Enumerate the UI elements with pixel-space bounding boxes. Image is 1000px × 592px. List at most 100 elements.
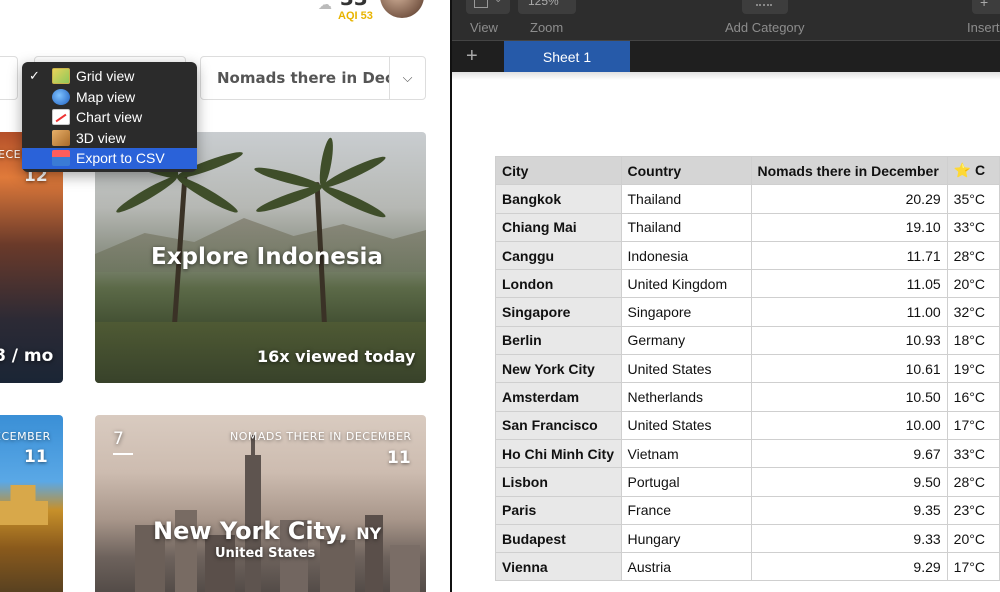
menu-item-3d-view[interactable]: 3D view bbox=[22, 128, 197, 149]
view-menu: ✓ Grid view Map view Chart view 3D view … bbox=[22, 62, 197, 172]
cell-nomads[interactable]: 9.35 bbox=[750, 495, 948, 525]
menu-item-export-csv[interactable]: Export to CSV bbox=[22, 148, 197, 169]
cell-city[interactable]: Budapest bbox=[495, 523, 622, 554]
cell-country[interactable]: Singapore bbox=[620, 297, 752, 327]
menu-item-chart-view[interactable]: Chart view bbox=[22, 107, 197, 128]
cell-country[interactable]: Portugal bbox=[620, 467, 752, 497]
cell-country[interactable]: Indonesia bbox=[620, 240, 752, 271]
chevron-down-icon[interactable]: ⌵ bbox=[389, 57, 425, 99]
cell-city[interactable]: Amsterdam bbox=[495, 382, 622, 412]
card-title: New York City, NY bbox=[153, 517, 381, 545]
card-top-label: NOMADS THERE IN DECEMBER bbox=[230, 430, 412, 443]
cell-country[interactable]: Thailand bbox=[620, 212, 752, 242]
cell-country[interactable]: Netherlands bbox=[620, 382, 752, 412]
cell-country[interactable]: Vietnam bbox=[620, 438, 752, 469]
cell-nomads[interactable]: 11.05 bbox=[750, 269, 948, 299]
cell-city[interactable]: Berlin bbox=[495, 325, 622, 356]
column-header-city[interactable]: City bbox=[495, 155, 622, 186]
city-card-new-york[interactable]: 7 NOMADS THERE IN DECEMBER 11 New York C… bbox=[95, 415, 426, 592]
column-header-temperature[interactable]: ⭐ C bbox=[946, 155, 1000, 186]
checkmark-icon: ✓ bbox=[29, 68, 40, 83]
weather-widget[interactable]: ☁ 33° AQI 53 bbox=[318, 0, 378, 24]
cell-country[interactable]: Austria bbox=[620, 552, 752, 582]
cell-temperature[interactable]: 17°C bbox=[946, 552, 1000, 582]
cell-nomads[interactable]: 10.50 bbox=[750, 382, 948, 412]
table-row: Singapore Singapore 11.00 32°C bbox=[495, 297, 1000, 327]
zoom-label: Zoom bbox=[530, 20, 564, 35]
cell-temperature[interactable]: 35°C bbox=[946, 184, 1000, 214]
zoom-select[interactable]: 125% bbox=[518, 0, 576, 14]
list-icon bbox=[756, 0, 772, 6]
cell-country[interactable]: United Kingdom bbox=[620, 269, 752, 299]
tab-sheet-1[interactable]: Sheet 1 bbox=[504, 41, 630, 72]
cell-city[interactable]: Singapore bbox=[495, 297, 622, 327]
cell-nomads[interactable]: 20.29 bbox=[750, 184, 948, 214]
cell-city[interactable]: Paris bbox=[495, 495, 622, 525]
table-row: Paris France 9.35 23°C bbox=[495, 495, 1000, 525]
menu-item-grid-view[interactable]: ✓ Grid view bbox=[22, 66, 197, 87]
cell-city[interactable]: San Francisco bbox=[495, 410, 622, 440]
cell-city[interactable]: Chiang Mai bbox=[495, 212, 622, 242]
filter-button[interactable] bbox=[0, 56, 18, 100]
cell-nomads[interactable]: 9.67 bbox=[750, 438, 948, 469]
sort-select[interactable]: Nomads there in Dece ⌵ bbox=[200, 56, 426, 100]
menu-item-map-view[interactable]: Map view bbox=[22, 87, 197, 108]
cell-temperature[interactable]: 23°C bbox=[946, 495, 1000, 525]
cell-temperature[interactable]: 33°C bbox=[946, 438, 1000, 469]
card-top-label: ECEMBER bbox=[0, 430, 51, 443]
cell-country[interactable]: Germany bbox=[620, 325, 752, 356]
add-category-label: Add Category bbox=[725, 20, 805, 35]
cell-city[interactable]: London bbox=[495, 269, 622, 299]
cell-nomads[interactable]: 11.71 bbox=[750, 240, 948, 271]
export-icon bbox=[52, 150, 70, 167]
cell-nomads[interactable]: 9.29 bbox=[750, 552, 948, 582]
cell-country[interactable]: Hungary bbox=[620, 523, 752, 554]
cell-city[interactable]: Canggu bbox=[495, 240, 622, 271]
cell-temperature[interactable]: 17°C bbox=[946, 410, 1000, 440]
cell-nomads[interactable]: 10.93 bbox=[750, 325, 948, 356]
cell-temperature[interactable]: 28°C bbox=[946, 467, 1000, 497]
cell-city[interactable]: New York City bbox=[495, 354, 622, 384]
column-header-country[interactable]: Country bbox=[620, 155, 752, 186]
cell-nomads[interactable]: 10.61 bbox=[750, 354, 948, 384]
card-number: 11 bbox=[387, 448, 411, 468]
cell-nomads[interactable]: 10.00 bbox=[750, 410, 948, 440]
table-row: Chiang Mai Thailand 19.10 33°C bbox=[495, 212, 1000, 242]
add-category-button[interactable] bbox=[742, 0, 788, 14]
cell-nomads[interactable]: 9.50 bbox=[750, 467, 948, 497]
cell-temperature[interactable]: 19°C bbox=[946, 354, 1000, 384]
cell-city[interactable]: Bangkok bbox=[495, 184, 622, 214]
insert-label: Insert bbox=[967, 20, 1000, 35]
card-number: 11 bbox=[24, 447, 48, 467]
cell-city[interactable]: Ho Chi Minh City bbox=[495, 438, 622, 469]
grid-icon bbox=[52, 68, 70, 85]
cell-city[interactable]: Lisbon bbox=[495, 467, 622, 497]
column-header-nomads[interactable]: Nomads there in December bbox=[750, 155, 948, 186]
plus-icon: + bbox=[980, 0, 989, 10]
cell-country[interactable]: Thailand bbox=[620, 184, 752, 214]
avatar[interactable] bbox=[380, 0, 424, 18]
cell-temperature[interactable]: 20°C bbox=[946, 269, 1000, 299]
table-row: Amsterdam Netherlands 10.50 16°C bbox=[495, 382, 1000, 412]
cell-nomads[interactable]: 11.00 bbox=[750, 297, 948, 327]
cell-temperature[interactable]: 16°C bbox=[946, 382, 1000, 412]
cell-temperature[interactable]: 18°C bbox=[946, 325, 1000, 356]
cell-temperature[interactable]: 32°C bbox=[946, 297, 1000, 327]
add-sheet-button[interactable]: + bbox=[466, 45, 478, 68]
table-row: Ho Chi Minh City Vietnam 9.67 33°C bbox=[495, 438, 1000, 469]
cell-country[interactable]: United States bbox=[620, 354, 752, 384]
view-button[interactable]: ⌄ bbox=[466, 0, 510, 14]
card-cost: 8 / mo bbox=[0, 346, 54, 366]
cell-temperature[interactable]: 20°C bbox=[946, 523, 1000, 554]
numbers-app-pane: ⌄ View 125% Zoom Add Category + Insert +… bbox=[452, 0, 1000, 592]
cell-temperature[interactable]: 33°C bbox=[946, 212, 1000, 242]
cell-nomads[interactable]: 19.10 bbox=[750, 212, 948, 242]
cell-city[interactable]: Vienna bbox=[495, 552, 622, 582]
cell-nomads[interactable]: 9.33 bbox=[750, 523, 948, 554]
cell-country[interactable]: France bbox=[620, 495, 752, 525]
cell-temperature[interactable]: 28°C bbox=[946, 240, 1000, 271]
insert-button[interactable]: + bbox=[972, 0, 1000, 14]
table-row: Berlin Germany 10.93 18°C bbox=[495, 325, 1000, 356]
cell-country[interactable]: United States bbox=[620, 410, 752, 440]
city-card[interactable]: ECEMBER 11 bbox=[0, 415, 63, 592]
